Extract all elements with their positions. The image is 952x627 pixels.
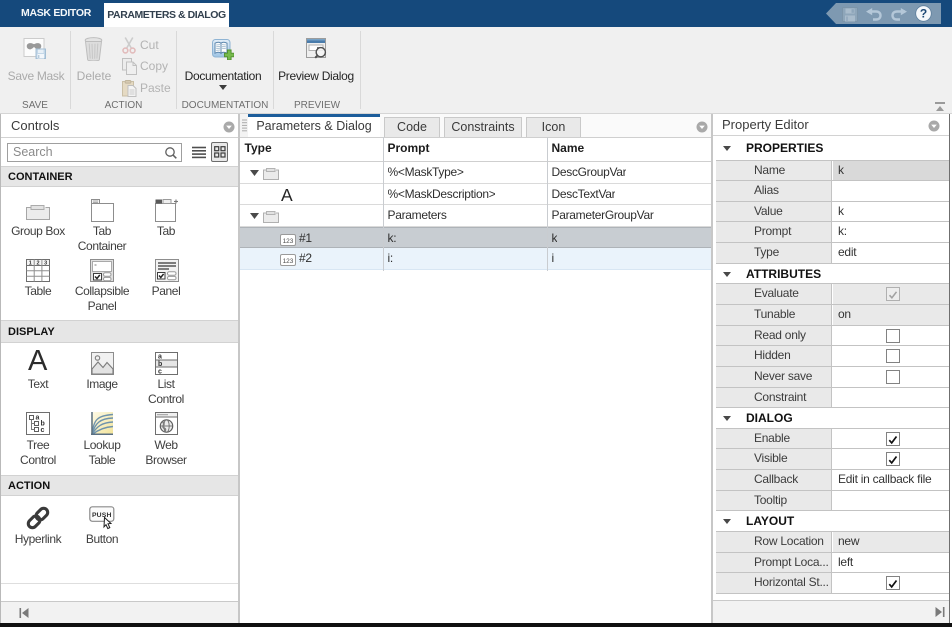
svg-text:3: 3 (44, 261, 47, 267)
svg-text:a: a (36, 414, 40, 421)
svg-text:123: 123 (283, 258, 294, 265)
svg-text:c: c (41, 427, 45, 434)
svg-text:c: c (158, 369, 162, 376)
svg-text:1: 1 (29, 261, 32, 267)
svg-text:123: 123 (283, 238, 294, 245)
svg-text:?: ? (920, 7, 927, 21)
svg-text:PUSH: PUSH (92, 512, 112, 519)
svg-text:2: 2 (36, 261, 39, 267)
svg-text:b: b (158, 361, 162, 368)
svg-text:a: a (158, 354, 162, 361)
